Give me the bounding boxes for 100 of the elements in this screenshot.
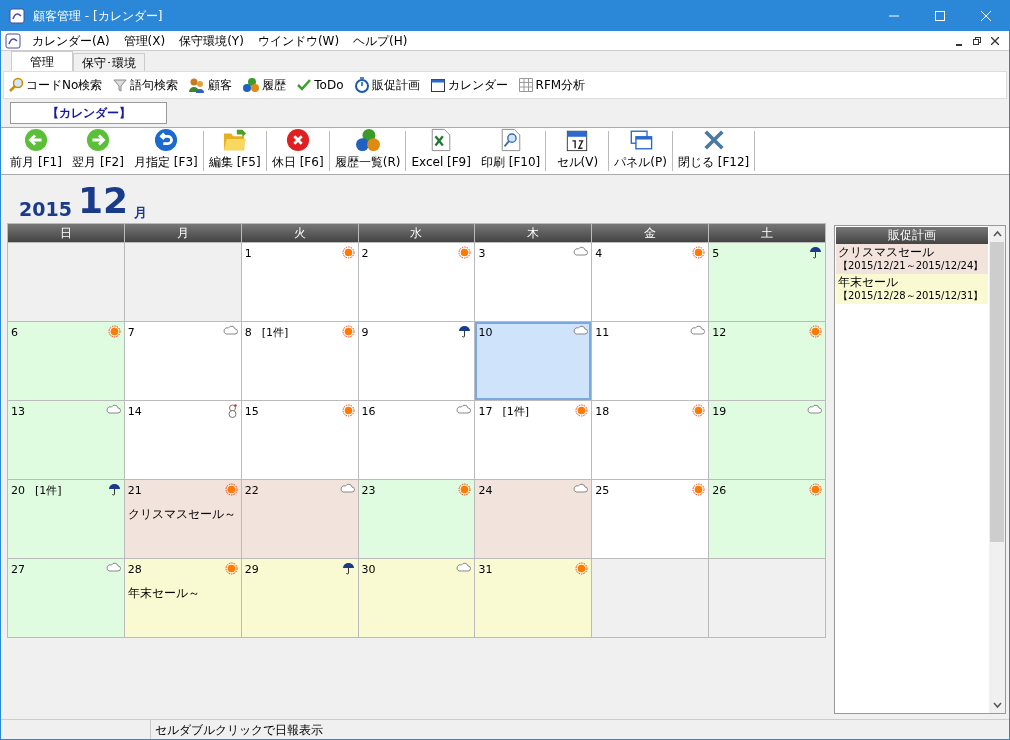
weekday-header: 火 (241, 224, 358, 242)
sun-icon (458, 246, 472, 259)
toolbar-button[interactable]: 語句検索 (112, 76, 179, 94)
day-cell[interactable]: 13 (8, 401, 124, 479)
cloud-icon (573, 325, 589, 335)
scrollbar[interactable] (989, 226, 1005, 713)
day-cell[interactable]: 20 [1件] (8, 480, 124, 558)
promotion-item[interactable]: 年末セール 【2015/12/28～2015/12/31】 (836, 274, 988, 304)
day-cell[interactable] (124, 243, 241, 321)
day-number: 3 (478, 246, 486, 262)
menu-item[interactable]: 保守環境(Y) (172, 31, 251, 50)
day-number: 27 (11, 562, 25, 578)
day-number: 8 (244, 325, 252, 341)
day-cell[interactable]: 15 (241, 401, 358, 479)
day-number: 25 (595, 483, 610, 499)
day-cell[interactable]: 17 [1件] (475, 401, 592, 479)
app-logo-icon (9, 8, 25, 24)
weekday-header: 木 (475, 224, 592, 242)
toolbar-button[interactable]: ToDo (296, 76, 344, 94)
day-cell[interactable] (709, 559, 825, 637)
day-cell[interactable]: 9 (358, 322, 475, 400)
record-count: [1件] (35, 483, 62, 499)
day-cell[interactable]: 29 (241, 559, 358, 637)
day-number: 1 (244, 246, 252, 262)
day-cell[interactable]: 14 (124, 401, 241, 479)
day-cell[interactable]: 6 (8, 322, 124, 400)
day-number: 6 (11, 325, 18, 341)
month-number: 12 (77, 183, 128, 219)
day-cell[interactable]: 19 (709, 401, 825, 479)
toolbar-button[interactable]: RFM分析 (517, 76, 586, 94)
mdi-close-button[interactable] (989, 34, 1001, 47)
day-cell[interactable]: 23 (358, 480, 475, 558)
breadcrumb-label: 【カレンダー】 (10, 102, 167, 124)
toolbar-button[interactable]: 販促計画 (353, 76, 420, 94)
toolbar-button[interactable]: コードNo検索 (8, 76, 103, 94)
ribbon-tab[interactable]: 管理 (11, 51, 73, 71)
day-cell[interactable]: 12 (709, 322, 825, 400)
coins-icon (353, 128, 382, 152)
day-cell[interactable]: 8 [1件] (241, 322, 358, 400)
sun-icon (809, 483, 822, 496)
sun-icon (341, 246, 355, 259)
day-cell[interactable]: 21 クリスマスセール～ (124, 480, 241, 558)
day-cell[interactable] (592, 559, 709, 637)
day-number: 14 (127, 404, 142, 420)
toolbar-button[interactable]: パネル(P) (609, 128, 672, 174)
toolbar-button[interactable]: 編集 [F5] (203, 128, 266, 174)
checkmark-icon (296, 77, 313, 93)
toolbar-button[interactable]: 顧客 (188, 76, 233, 94)
day-cell[interactable]: 4 (592, 243, 709, 321)
promotion-name: 年末セール (838, 276, 899, 289)
day-cell[interactable]: 5 (709, 243, 825, 321)
cloud-icon (573, 246, 589, 256)
magnifier-icon (8, 77, 24, 93)
toolbar-button[interactable]: 履歴一覧(R) (329, 128, 406, 174)
sun-icon (341, 404, 355, 417)
day-cell[interactable]: 3 (475, 243, 592, 321)
day-cell[interactable]: 18 (592, 401, 709, 479)
day-cell[interactable]: 1 (241, 243, 358, 321)
day-cell[interactable] (8, 243, 124, 321)
promotion-item[interactable]: クリスマスセール 【2015/12/21～2015/12/24】 (836, 244, 988, 274)
day-cell[interactable]: 16 (358, 401, 475, 479)
toolbar-button[interactable]: 月指定 [F3] (129, 128, 203, 174)
toolbar-button[interactable]: 履歴 (242, 76, 287, 94)
day-cell[interactable]: 10 (475, 322, 592, 400)
toolbar-button[interactable]: Excel [F9] (406, 128, 476, 174)
menu-item[interactable]: ウインドウ(W) (250, 31, 347, 50)
sun-icon (575, 404, 589, 417)
day-cell[interactable]: 7 (124, 322, 241, 400)
day-number: 16 (361, 404, 376, 420)
menu-item[interactable]: 管理(X) (116, 31, 173, 50)
day-cell[interactable]: 31 (475, 559, 592, 637)
menu-item[interactable]: ヘルプ(H) (346, 31, 415, 50)
day-number: 4 (595, 246, 603, 262)
day-cell[interactable]: 25 (592, 480, 709, 558)
day-cell[interactable]: 30 (358, 559, 475, 637)
toolbar-button[interactable]: 印刷 [F10] (475, 128, 546, 174)
toolbar-button[interactable]: 前月 [F1] (5, 128, 67, 174)
day-cell[interactable]: 27 (8, 559, 124, 637)
day-cell[interactable]: 11 (592, 322, 709, 400)
day-number: 2 (361, 246, 369, 262)
toolbar-button[interactable]: セル(V) (546, 128, 609, 174)
toolbar-button[interactable]: カレンダー (429, 76, 508, 94)
day-number: 18 (595, 404, 610, 420)
day-cell[interactable]: 24 (475, 480, 592, 558)
weekday-header: 金 (592, 224, 709, 242)
ribbon-tab[interactable]: 保守･環境 (73, 53, 145, 71)
mdi-restore-button[interactable] (971, 34, 983, 47)
day-cell[interactable]: 2 (358, 243, 475, 321)
day-cell[interactable]: 26 (709, 480, 825, 558)
umbrella-icon (341, 562, 355, 575)
day-cell[interactable]: 28 年末セール～ (124, 559, 241, 637)
day-number: 29 (244, 562, 259, 578)
sun-icon (575, 562, 589, 575)
day-cell[interactable]: 22 (241, 480, 358, 558)
toolbar-button[interactable]: 閉じる [F12] (672, 128, 755, 174)
sun-icon (809, 325, 822, 338)
toolbar-button[interactable]: 翌月 [F2] (67, 128, 129, 174)
menu-item[interactable]: カレンダー(A) (25, 31, 117, 50)
day-number: 17 (478, 404, 493, 420)
toolbar-button[interactable]: 休日 [F6] (266, 128, 329, 174)
